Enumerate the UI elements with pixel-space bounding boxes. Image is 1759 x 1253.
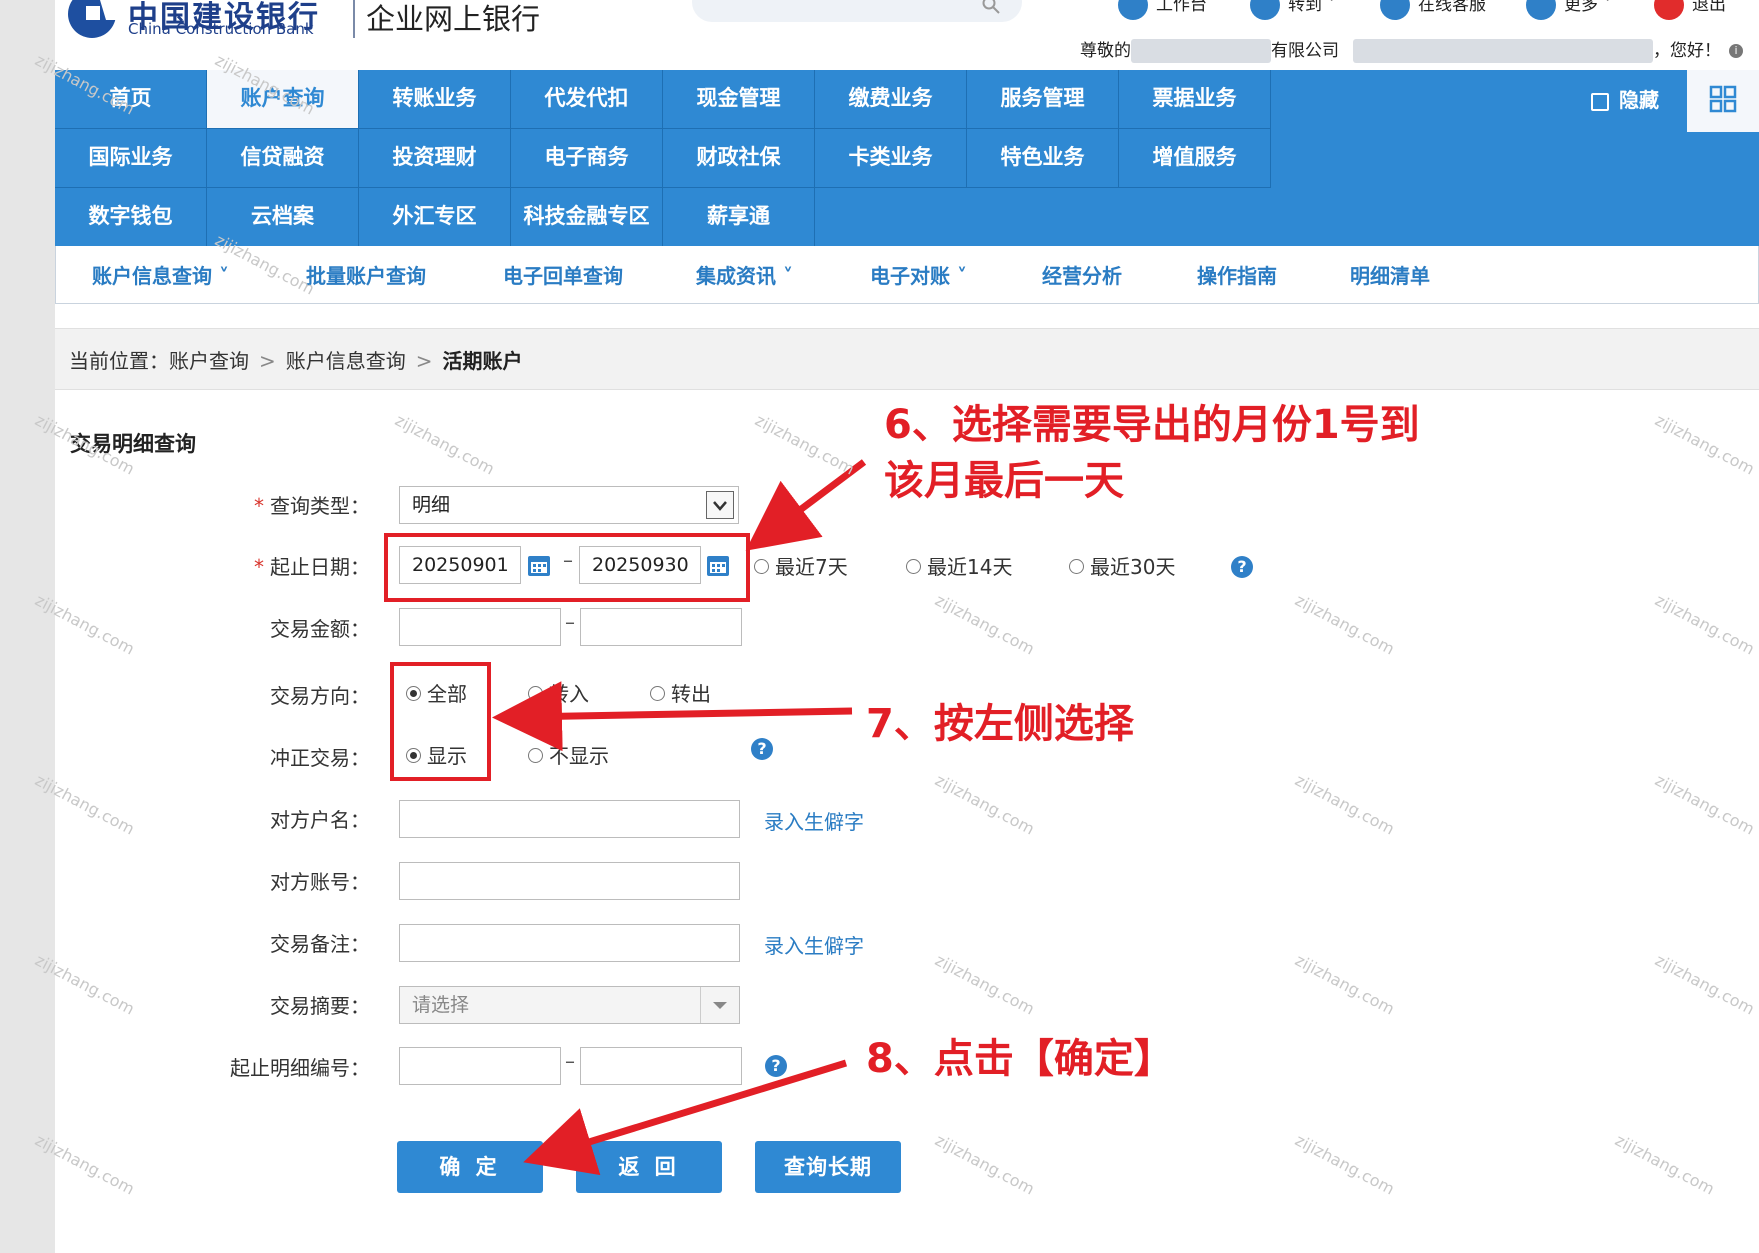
page: 中国建设银行 China Construction Bank 企业网上银行 工作… [0, 0, 1759, 1253]
annotation-step-6-line-1: 6、选择需要导出的月份1号到 [884, 402, 1420, 448]
arrow-step-8 [523, 1059, 848, 1176]
annotation-step-6-line-2: 该月最后一天 [884, 458, 1124, 504]
annotation-step-8: 8、点击【确定】 [866, 1036, 1174, 1082]
arrow-step-7 [492, 681, 853, 752]
annotation-step-7: 7、按左侧选择 [866, 701, 1134, 747]
